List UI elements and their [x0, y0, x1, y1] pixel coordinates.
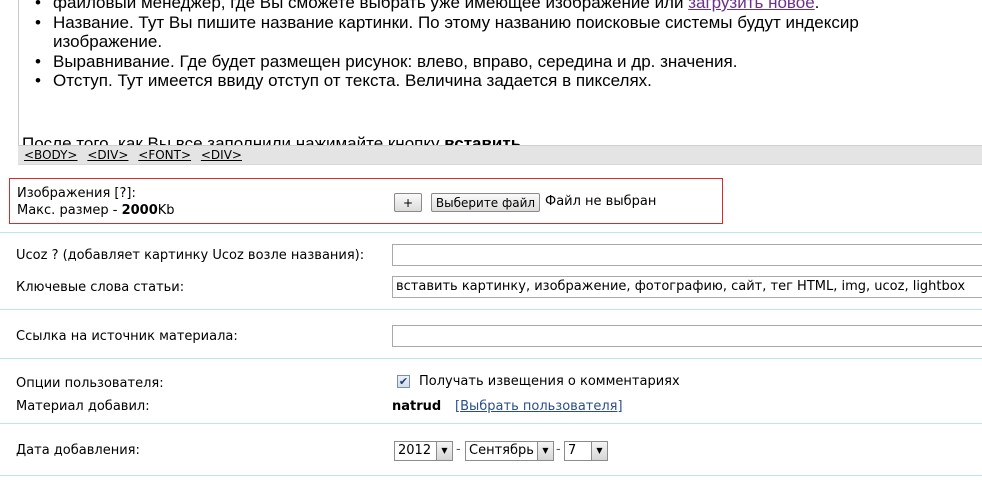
month-select[interactable]: Сентябрь ▼ [465, 441, 554, 461]
dropdown-arrow-icon: ▼ [436, 442, 452, 460]
tag-path-bar: <BODY> <DIV> <FONT> <DIV> [18, 145, 982, 165]
list-item: • Отступ. Тут имеется ввиду отступ от те… [35, 71, 982, 91]
source-label: Ссылка на источник материала: [16, 329, 238, 344]
list-item: • Выравнивание. Где будет размещен рисун… [35, 51, 982, 72]
select-user-wrapper: [Выбрать пользователя] [455, 399, 623, 414]
bullet-icon: • [35, 71, 41, 90]
divider [0, 232, 982, 233]
date-separator: - [556, 442, 561, 457]
author-name: natrud [392, 399, 442, 414]
notify-comments-label: Получать извещения о комментариях [419, 374, 680, 389]
list-item-text: Отступ. Тут имеется ввиду отступ от текс… [53, 71, 652, 90]
divider [0, 475, 982, 476]
upload-new-link[interactable]: загрузить новое [688, 0, 814, 12]
keywords-label: Ключевые слова статьи: [16, 280, 185, 295]
bullet-icon: • [35, 0, 41, 12]
tag-div-inner[interactable]: <DIV> [201, 146, 242, 164]
choose-file-button[interactable]: Выберите файл [431, 193, 540, 212]
notify-comments-checkbox[interactable]: ✔ [397, 375, 410, 388]
dropdown-arrow-icon: ▼ [591, 442, 607, 460]
user-options-label: Опции пользователя: [16, 376, 164, 391]
bullet-icon: • [35, 51, 41, 71]
keywords-input[interactable]: вставить картинку, изображение, фотограф… [392, 276, 982, 298]
tag-body[interactable]: <BODY> [24, 146, 78, 164]
material-form: Изображения [?]: Макс. размер - 2000Kb +… [0, 164, 982, 486]
dropdown-arrow-icon: ▼ [537, 442, 553, 460]
divider [0, 358, 982, 359]
image-upload-label: Изображения [?]: [17, 186, 136, 201]
divider [0, 423, 982, 424]
checkmark-icon: ✔ [398, 375, 409, 388]
list-item: • файловый менеджер, где Вы сможете выбр… [35, 0, 982, 13]
bullet-icon: • [35, 12, 41, 32]
ucoz-label: Ucoz ? (добавляет картинку Ucoz возле на… [16, 248, 365, 263]
select-user-link[interactable]: Выбрать пользователя [460, 399, 617, 414]
tag-font[interactable]: <FONT> [138, 146, 191, 164]
list-item-text: Выравнивание. Где будет размещен рисунок… [53, 51, 738, 71]
list-item-text-cont: изображение. [53, 32, 163, 51]
max-size-label: Макс. размер - 2000Kb [17, 203, 175, 218]
year-select[interactable]: 2012 ▼ [394, 441, 453, 461]
list-item-suffix: . [814, 0, 820, 12]
file-status-text: Файл не выбран [545, 194, 657, 209]
tag-div[interactable]: <DIV> [87, 146, 128, 164]
date-separator: - [456, 442, 461, 457]
ucoz-input[interactable] [392, 244, 982, 266]
divider [0, 309, 982, 310]
added-by-label: Материал добавил: [16, 399, 150, 414]
date-added-label: Дата добавления: [16, 443, 140, 458]
day-select[interactable]: 7 ▼ [564, 441, 608, 461]
editor-content-area[interactable]: • файловый менеджер, где Вы сможете выбр… [18, 0, 982, 146]
editor-bullet-list: • файловый менеджер, где Вы сможете выбр… [35, 0, 982, 91]
source-input[interactable] [392, 325, 982, 347]
list-item-text: Название. Тут Вы пишите название картинк… [53, 12, 859, 32]
list-item: • Название. Тут Вы пишите название карти… [35, 12, 982, 52]
add-image-button[interactable]: + [394, 193, 422, 212]
list-item-text: файловый менеджер, где Вы сможете выбрат… [53, 0, 689, 12]
